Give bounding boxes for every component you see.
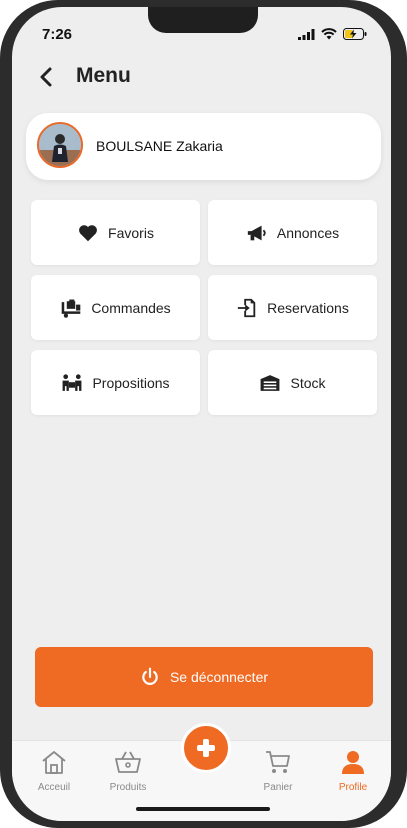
power-icon (142, 667, 158, 685)
menu-item-label: Annonces (276, 224, 340, 241)
menu-item-label: Reservations (267, 299, 349, 316)
status-time: 7:26 (42, 26, 73, 43)
wifi-icon (321, 28, 337, 40)
home-icon (42, 751, 66, 774)
tab-label: Profile (338, 782, 368, 793)
menu-grid: Favoris Annonces Commandes Reservations … (31, 200, 377, 415)
back-button[interactable] (35, 65, 59, 89)
profile-name: BOULSANE Zakaria (96, 138, 223, 154)
status-icons (298, 28, 367, 40)
delivery-icon (60, 297, 82, 319)
notch (148, 7, 258, 33)
tab-acceuil[interactable]: Acceuil (24, 749, 84, 793)
menu-item-reservations[interactable]: Reservations (208, 275, 377, 340)
megaphone-icon (246, 222, 268, 244)
tab-produits[interactable]: Produits (98, 749, 158, 793)
page-title: Menu (76, 64, 131, 87)
profile-card[interactable]: BOULSANE Zakaria (26, 113, 381, 180)
menu-item-commandes[interactable]: Commandes (31, 275, 200, 340)
sign-in-icon (236, 297, 258, 319)
warehouse-icon (259, 372, 281, 394)
tab-label: Acceuil (37, 782, 71, 793)
menu-item-favoris[interactable]: Favoris (31, 200, 200, 265)
menu-item-label: Commandes (91, 299, 171, 316)
screen: 7:26 Menu BOULSANE Zakaria Favoris Annon… (12, 7, 391, 821)
menu-item-label: Propositions (92, 374, 170, 391)
avatar (37, 122, 83, 168)
plus-icon (197, 739, 215, 757)
menu-item-stock[interactable]: Stock (208, 350, 377, 415)
basket-icon (115, 751, 141, 773)
battery-charging-icon (343, 28, 367, 40)
tab-profile[interactable]: Profile (323, 749, 383, 793)
header: Menu (12, 62, 391, 94)
logout-label: Se déconnecter (169, 669, 269, 685)
tab-label: Panier (263, 782, 293, 793)
menu-item-propositions[interactable]: Propositions (31, 350, 200, 415)
chevron-left-icon (40, 67, 52, 87)
heart-icon (77, 222, 99, 244)
cart-icon (266, 751, 290, 773)
menu-item-label: Stock (290, 374, 326, 391)
avatar-photo (39, 124, 81, 166)
add-button[interactable] (181, 723, 231, 773)
user-icon (342, 751, 364, 774)
tab-panier[interactable]: Panier (248, 749, 308, 793)
menu-item-label: Favoris (108, 224, 154, 241)
logout-button[interactable]: Se déconnecter (35, 647, 373, 707)
menu-item-annonces[interactable]: Annonces (208, 200, 377, 265)
people-carry-icon (61, 372, 83, 394)
signal-icon (298, 28, 315, 40)
home-indicator (136, 807, 270, 811)
tab-label: Produits (109, 782, 147, 793)
